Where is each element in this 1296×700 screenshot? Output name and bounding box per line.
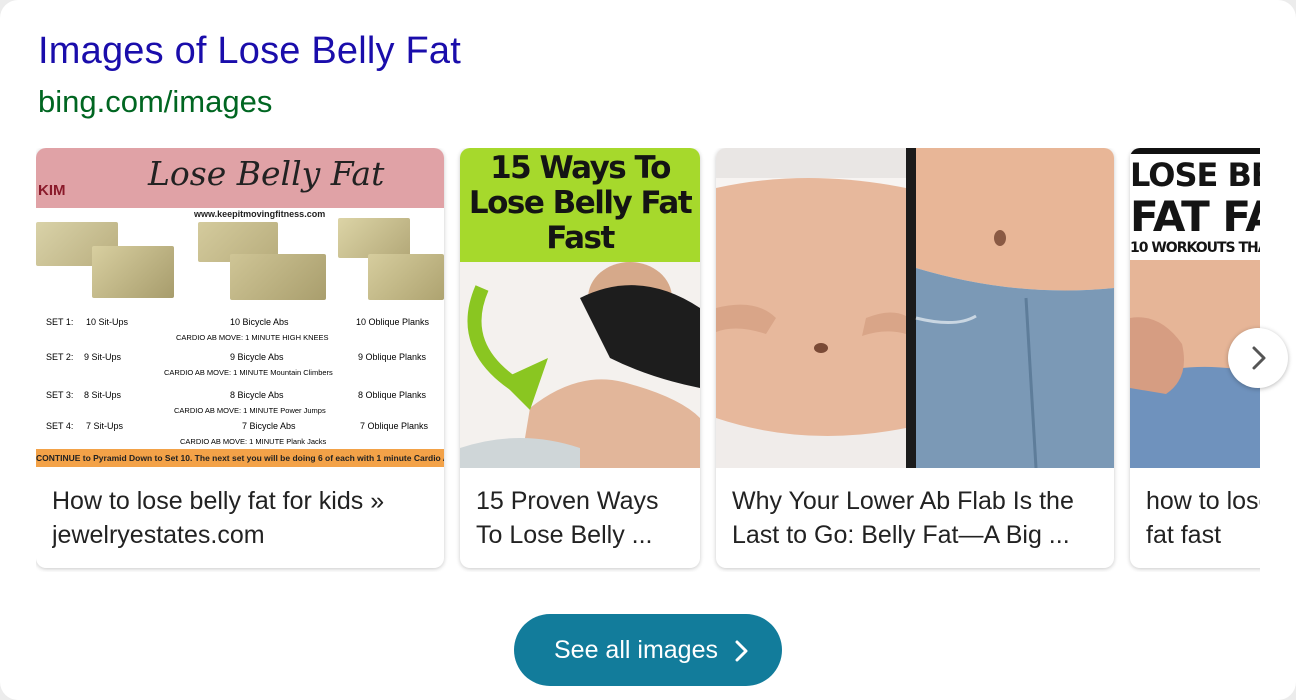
exercise-photo xyxy=(230,254,326,300)
image-carousel: Lose Belly Fat KIM www.keepitmovingfitne… xyxy=(36,148,1260,572)
exercise-photo xyxy=(368,254,444,300)
image-thumbnail: 15 Ways To Lose Belly Fat Fast xyxy=(460,148,700,468)
image-caption: Why Your Lower Ab Flab Is the Last to Go… xyxy=(732,484,1102,552)
see-all-label: See all images xyxy=(554,636,718,664)
thumb-headline: 15 Ways To Lose Belly Fat Fast xyxy=(460,148,700,262)
thumb-headline-2: FAT FAST xyxy=(1130,192,1260,241)
caption-domain: Last to Go: Belly Fat—A Big ... xyxy=(732,521,1070,549)
caption-domain: To Lose Belly ... xyxy=(476,521,653,549)
thumb-url: www.keepitmovingfitness.com xyxy=(194,209,326,219)
image-thumbnail xyxy=(716,148,1114,468)
chevron-right-icon xyxy=(735,640,748,662)
thumb-headline-1: LOSE BELLY xyxy=(1130,156,1260,194)
see-all-images-button[interactable]: See all images xyxy=(514,614,782,686)
result-source-url: bing.com/images xyxy=(38,84,273,119)
image-thumbnail: LOSE BELLY FAT FAST 10 WORKOUTS THAT xyxy=(1130,148,1260,468)
image-caption: 15 Proven Ways To Lose Belly ... xyxy=(476,484,688,552)
carousel-next-button[interactable] xyxy=(1228,328,1288,388)
exercise-photo xyxy=(338,218,410,258)
caption-title: 15 Proven Ways xyxy=(476,487,659,515)
caption-domain: fat fast xyxy=(1146,521,1222,549)
thumb-footer: CONTINUE to Pyramid Down to Set 10. The … xyxy=(36,449,444,467)
caption-title: Why Your Lower Ab Flab Is the xyxy=(732,487,1074,515)
image-card-3[interactable]: Why Your Lower Ab Flab Is the Last to Go… xyxy=(716,148,1114,568)
caption-title: how to lose belly xyxy=(1146,487,1260,515)
image-card-2[interactable]: 15 Ways To Lose Belly Fat Fast 15 Proven… xyxy=(460,148,700,568)
image-caption: How to lose belly fat for kids » jewelry… xyxy=(52,484,432,552)
caption-domain: jewelryestates.com xyxy=(52,521,265,549)
result-title-link[interactable]: Images of Lose Belly Fat xyxy=(38,30,461,73)
thumb-logo: KIM xyxy=(38,182,66,199)
image-caption: how to lose belly fat fast xyxy=(1146,484,1260,552)
belly-comparison-photo xyxy=(716,148,1114,468)
image-card-1[interactable]: Lose Belly Fat KIM www.keepitmovingfitne… xyxy=(36,148,444,568)
caption-title: How to lose belly fat for kids » xyxy=(52,487,385,515)
exercise-photo xyxy=(92,246,174,298)
chevron-right-icon xyxy=(1252,346,1266,370)
thumb-headline-3: 10 WORKOUTS THAT xyxy=(1130,240,1260,256)
thumb-banner-text: Lose Belly Fat xyxy=(148,154,385,193)
image-answer-card: Images of Lose Belly Fat bing.com/images… xyxy=(0,0,1296,700)
image-thumbnail: Lose Belly Fat KIM www.keepitmovingfitne… xyxy=(36,148,444,468)
thumb-banner: Lose Belly Fat xyxy=(36,148,444,208)
